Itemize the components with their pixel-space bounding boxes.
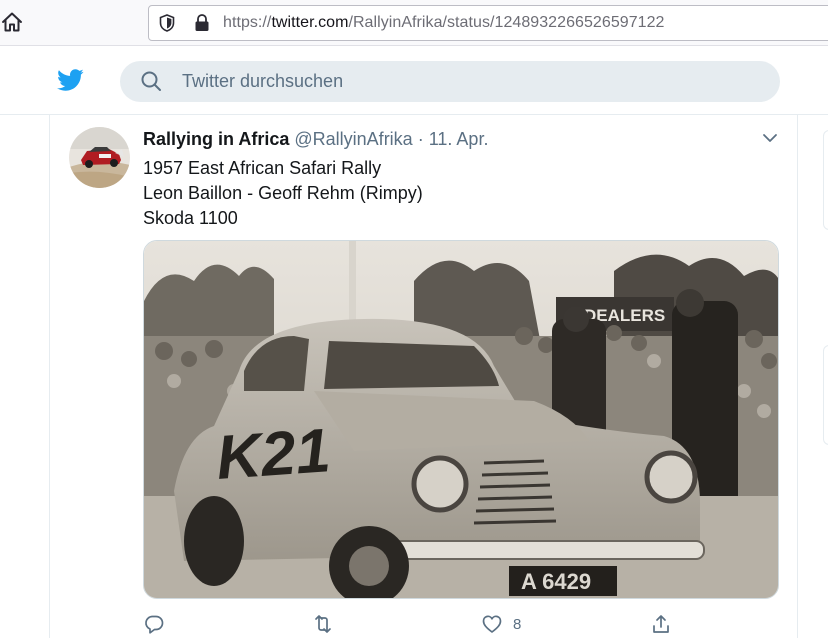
retweet-icon (315, 615, 331, 633)
tweet-text: 1957 East African Safari Rally Leon Bail… (143, 156, 423, 231)
tweet-header: Rallying in Africa @RallyinAfrika · 11. … (143, 129, 488, 150)
sidebar-card (823, 130, 828, 230)
user-handle[interactable]: @RallyinAfrika (294, 129, 412, 149)
like-count: 8 (513, 615, 522, 633)
search-icon (140, 70, 162, 92)
lock-icon[interactable] (193, 13, 211, 33)
avatar[interactable] (69, 127, 130, 188)
photo-door-number: K21 (214, 416, 332, 493)
url-path: /RallyinAfrika/status/124893226652659712… (348, 14, 665, 31)
tracking-shield-icon[interactable] (157, 13, 177, 33)
search-input[interactable] (182, 61, 762, 102)
browser-toolbar: https://twitter.com/RallyinAfrika/status… (0, 0, 828, 46)
like-button[interactable]: 8 (481, 610, 521, 638)
tweet-actions: 8 (143, 610, 683, 638)
address-bar[interactable]: https://twitter.com/RallyinAfrika/status… (148, 5, 828, 41)
reply-icon (145, 615, 164, 634)
tweet-line: Skoda 1100 (143, 208, 238, 228)
chevron-down-icon[interactable] (760, 128, 780, 148)
separator-dot: · (417, 129, 424, 149)
tweet-line: Leon Baillon - Geoff Rehm (Rimpy) (143, 183, 423, 203)
display-name[interactable]: Rallying in Africa (143, 129, 289, 149)
twitter-header (0, 47, 828, 115)
home-icon[interactable] (0, 10, 24, 34)
retweet-button[interactable] (312, 610, 334, 638)
sidebar-card (823, 345, 828, 445)
reply-button[interactable] (143, 610, 165, 638)
search-box[interactable] (120, 61, 780, 102)
url-host: twitter.com (271, 14, 349, 31)
photo-license-plate: A 6429 (521, 569, 591, 594)
url-prefix: https:// (223, 14, 272, 31)
twitter-bird-icon[interactable] (54, 66, 86, 94)
tweet-date[interactable]: 11. Apr. (429, 129, 489, 149)
share-icon (653, 615, 669, 633)
timeline-left-border (49, 115, 50, 638)
timeline-right-border (797, 115, 798, 638)
tweet-line: 1957 East African Safari Rally (143, 158, 382, 178)
url-text[interactable]: https://twitter.com/RallyinAfrika/status… (223, 14, 665, 32)
share-button[interactable] (650, 610, 672, 638)
tweet-photo[interactable]: DEALERS K21 A 6429 (143, 240, 779, 599)
heart-icon (482, 615, 502, 633)
